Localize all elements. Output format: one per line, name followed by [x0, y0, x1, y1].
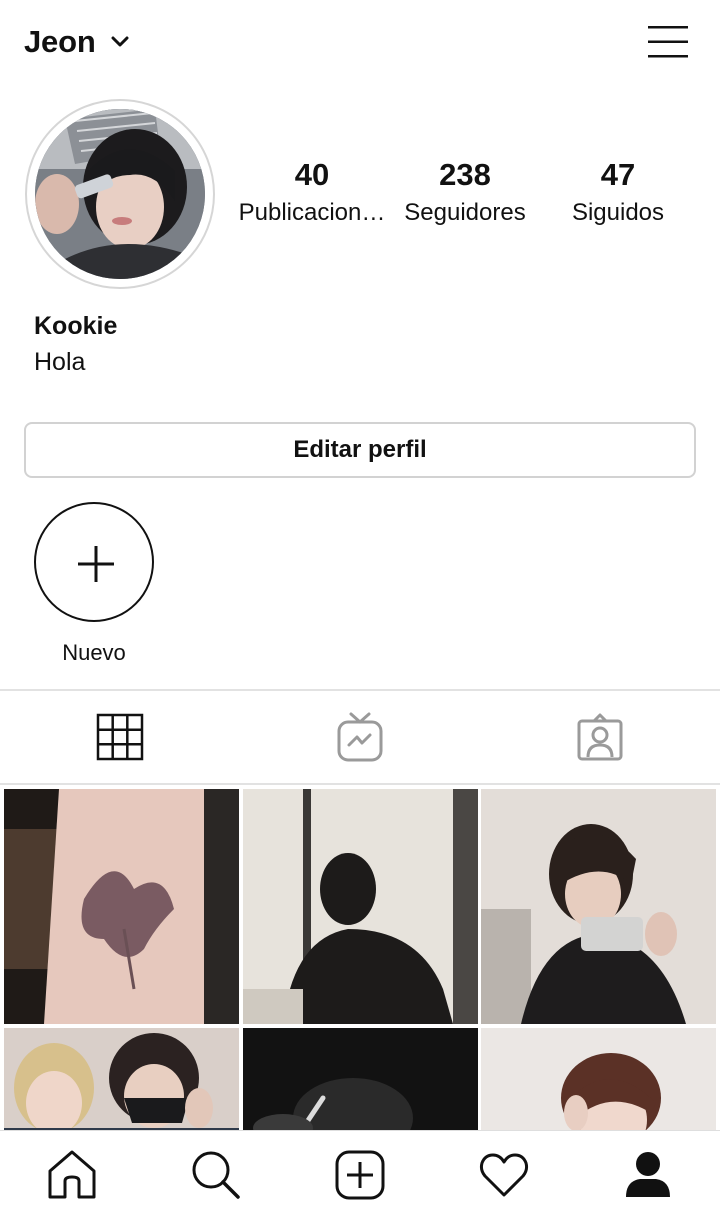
posts-number: 40 — [294, 157, 330, 192]
new-highlight[interactable]: Nuevo — [34, 502, 154, 666]
search-icon — [192, 1151, 240, 1199]
profile-stats: 40 Publicacion… 238 Seguidores 47 Siguid… — [228, 155, 698, 245]
following-count[interactable]: 47 Siguidos — [548, 155, 688, 231]
followers-count[interactable]: 238 Seguidores — [390, 155, 540, 231]
posts-grid — [4, 789, 716, 1134]
top-bar: Jeon — [0, 0, 720, 86]
post-image — [4, 1028, 239, 1134]
post-image — [243, 1028, 478, 1134]
post-thumbnail[interactable] — [4, 789, 239, 1024]
tagged-icon — [577, 713, 623, 761]
nav-home[interactable] — [0, 1131, 144, 1218]
tab-igtv[interactable] — [240, 691, 480, 783]
post-image — [481, 789, 716, 1024]
avatar-ring[interactable] — [25, 99, 215, 289]
followers-number: 238 — [439, 157, 491, 192]
nav-search[interactable] — [144, 1131, 288, 1218]
nav-activity[interactable] — [432, 1131, 576, 1218]
username: Jeon — [24, 24, 96, 59]
post-thumbnail[interactable] — [243, 1028, 478, 1134]
post-image — [481, 1028, 716, 1134]
activity-heart-icon — [479, 1153, 529, 1197]
plus-icon — [78, 546, 114, 582]
grid-icon — [96, 713, 144, 761]
edit-profile-button[interactable]: Editar perfil — [24, 422, 696, 478]
profile-icon — [626, 1152, 670, 1197]
new-post-icon — [335, 1150, 385, 1200]
post-image — [243, 789, 478, 1024]
post-thumbnail[interactable] — [4, 1028, 239, 1134]
profile-tabs — [0, 691, 720, 783]
posts-count[interactable]: 40 Publicacion… — [228, 155, 396, 231]
display-name: Kookie — [34, 312, 118, 340]
followers-label: Seguidores — [404, 199, 526, 226]
tab-tagged[interactable] — [480, 691, 720, 783]
tab-grid[interactable] — [0, 691, 240, 783]
nav-new-post[interactable] — [288, 1131, 432, 1218]
hamburger-menu-icon — [648, 26, 688, 58]
chevron-down-icon — [111, 36, 129, 47]
nav-profile[interactable] — [576, 1131, 720, 1218]
post-thumbnail[interactable] — [481, 1028, 716, 1134]
home-icon — [48, 1150, 96, 1199]
menu-button[interactable] — [640, 20, 696, 64]
following-number: 47 — [600, 157, 636, 192]
post-thumbnail[interactable] — [243, 789, 478, 1024]
igtv-icon — [337, 712, 383, 762]
avatar — [35, 109, 205, 279]
new-highlight-circle[interactable] — [34, 502, 154, 622]
divider — [0, 783, 720, 785]
post-image — [4, 789, 239, 1024]
account-switcher[interactable]: Jeon — [24, 20, 130, 64]
new-highlight-label: Nuevo — [62, 640, 126, 665]
avatar-photo — [35, 109, 205, 279]
bottom-navigation — [0, 1130, 720, 1218]
post-thumbnail[interactable] — [481, 789, 716, 1024]
bio-text: Hola — [34, 348, 86, 376]
following-label: Siguidos — [571, 199, 665, 226]
posts-label: Publicacion… — [238, 199, 386, 226]
